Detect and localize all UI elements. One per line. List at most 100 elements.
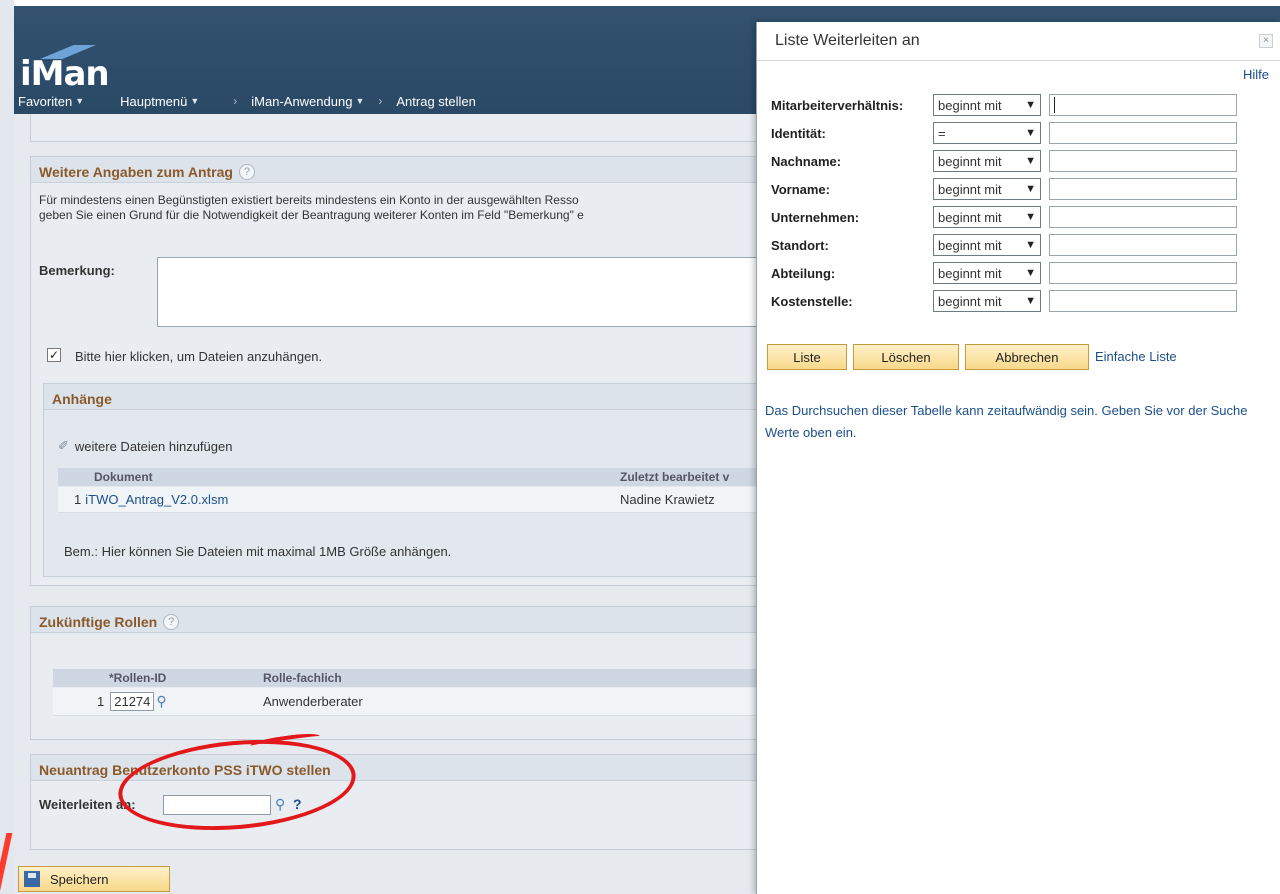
operator-select[interactable]: beginnt mit ▼	[933, 206, 1041, 228]
operator-value: beginnt mit	[938, 293, 1002, 309]
add-files-label: weitere Dateien hinzufügen	[74, 438, 233, 454]
operator-value: =	[938, 125, 946, 141]
field-label: Standort:	[771, 237, 829, 253]
value-input[interactable]	[1049, 122, 1237, 144]
section-title: Weitere Angaben zum Antrag	[39, 164, 233, 180]
chevron-down-icon: ▼	[1025, 99, 1036, 111]
section-title: Zukünftige Rollen	[39, 614, 158, 630]
field-label: Mitarbeiterverhältnis:	[771, 97, 904, 113]
row-number: 1	[74, 492, 82, 507]
nav-label: Antrag stellen	[396, 93, 476, 109]
value-input[interactable]	[1049, 206, 1237, 228]
operator-value: beginnt mit	[938, 181, 1002, 197]
search-icon[interactable]: ⚲	[156, 693, 166, 710]
iman-logo[interactable]: iMan	[20, 45, 130, 94]
save-button[interactable]: Speichern	[18, 866, 170, 892]
text-cursor	[1054, 97, 1055, 113]
search-hint: Das Durchsuchen dieser Tabelle kann zeit…	[765, 403, 1248, 440]
help-link[interactable]: Hilfe	[1243, 67, 1269, 82]
operator-value: beginnt mit	[938, 265, 1002, 281]
bemerkung-label: Bemerkung:	[39, 263, 115, 278]
value-input[interactable]	[1049, 178, 1237, 200]
nav-favoriten[interactable]: Favoriten ▼	[18, 94, 84, 109]
field-row-identitaet: Identität: = ▼	[771, 121, 1237, 145]
column-header: Zuletzt bearbeitet v	[620, 470, 730, 484]
chevron-down-icon: ▼	[1025, 183, 1036, 195]
operator-select[interactable]: beginnt mit ▼	[933, 150, 1041, 172]
attach-checkbox[interactable]: ✓	[47, 348, 61, 362]
role-name: Anwenderberater	[263, 694, 363, 709]
operator-select[interactable]: beginnt mit ▼	[933, 178, 1041, 200]
save-label: Speichern	[50, 871, 109, 887]
nav-iman-anwendung[interactable]: iMan-Anwendung ▼	[251, 94, 364, 109]
chevron-down-icon: ▼	[1025, 127, 1036, 139]
chevron-down-icon: ▼	[1025, 267, 1036, 279]
add-files-link[interactable]: ✐ weitere Dateien hinzufügen	[58, 438, 232, 454]
modal-divider	[757, 60, 1280, 61]
caret-down-icon: ▼	[355, 96, 365, 106]
field-row-vorname: Vorname: beginnt mit ▼	[771, 177, 1237, 201]
field-label: Vorname:	[771, 181, 830, 197]
field-row-standort: Standort: beginnt mit ▼	[771, 233, 1237, 257]
value-input[interactable]	[1049, 234, 1237, 256]
nav-antrag-stellen[interactable]: Antrag stellen	[396, 94, 476, 109]
value-input[interactable]	[1049, 150, 1237, 172]
column-header: Rolle-fachlich	[263, 671, 342, 685]
field-label: Nachname:	[771, 153, 842, 169]
field-row-unternehmen: Unternehmen: beginnt mit ▼	[771, 205, 1237, 229]
main-nav: Favoriten ▼ Hauptmenü ▼ › iMan-Anwendung ▼ …	[18, 90, 476, 112]
field-label: Unternehmen:	[771, 209, 860, 225]
field-label: Identität:	[771, 125, 826, 141]
value-input[interactable]	[1049, 94, 1237, 116]
chevron-down-icon: ▼	[1025, 211, 1036, 223]
liste-button[interactable]: Liste	[767, 344, 847, 370]
section-title: Anhänge	[52, 391, 112, 407]
document-link[interactable]: iTWO_Antrag_V2.0.xlsm	[85, 492, 228, 507]
field-label: Kostenstelle:	[771, 293, 853, 309]
operator-value: beginnt mit	[938, 237, 1002, 253]
paperclip-icon: ✐	[58, 438, 69, 453]
field-label: Abteilung:	[771, 265, 836, 281]
close-icon[interactable]: ×	[1259, 34, 1273, 48]
field-row-abteilung: Abteilung: beginnt mit ▼	[771, 261, 1237, 285]
chevron-down-icon: ▼	[1025, 155, 1036, 167]
operator-select[interactable]: = ▼	[933, 122, 1041, 144]
left-margin	[0, 0, 14, 894]
logo-text: iMan	[20, 54, 110, 94]
value-input[interactable]	[1049, 290, 1237, 312]
operator-select[interactable]: beginnt mit ▼	[933, 262, 1041, 284]
row-number: 1	[97, 694, 105, 709]
column-header: *Rollen-ID	[109, 671, 167, 685]
last-edited-by: Nadine Krawietz	[620, 492, 715, 507]
attach-checkbox-label: Bitte hier klicken, um Dateien anzuhänge…	[75, 349, 323, 364]
caret-down-icon: ▼	[75, 96, 85, 106]
field-row-kostenstelle: Kostenstelle: beginnt mit ▼	[771, 289, 1237, 313]
chevron-down-icon: ▼	[1025, 295, 1036, 307]
field-row-mitarbeiterverhaeltnis: Mitarbeiterverhältnis: beginnt mit ▼	[771, 93, 1237, 117]
abbrechen-button[interactable]: Abbrechen	[965, 344, 1089, 370]
caret-down-icon: ▼	[190, 96, 200, 106]
nav-hauptmenue[interactable]: Hauptmenü ▼	[120, 94, 199, 109]
help-icon[interactable]: ?	[238, 164, 255, 180]
einfache-liste-link[interactable]: Einfache Liste	[1095, 349, 1177, 364]
nav-label: Hauptmenü	[120, 93, 188, 109]
operator-value: beginnt mit	[938, 153, 1002, 169]
operator-select[interactable]: beginnt mit ▼	[933, 94, 1041, 116]
rollen-id-input[interactable]: 21274	[110, 692, 155, 711]
operator-value: beginnt mit	[938, 97, 1002, 113]
breadcrumb-separator-icon: ›	[378, 94, 383, 108]
operator-value: beginnt mit	[938, 209, 1002, 225]
operator-select[interactable]: beginnt mit ▼	[933, 290, 1041, 312]
column-header: Dokument	[94, 470, 153, 484]
floppy-disk-icon	[24, 871, 40, 887]
value-input[interactable]	[1049, 262, 1237, 284]
help-icon[interactable]: ?	[163, 614, 180, 630]
nav-label: iMan-Anwendung	[251, 93, 353, 109]
field-row-nachname: Nachname: beginnt mit ▼	[771, 149, 1237, 173]
nav-label: Favoriten	[18, 93, 73, 109]
loeschen-button[interactable]: Löschen	[853, 344, 959, 370]
chevron-down-icon: ▼	[1025, 239, 1036, 251]
modal-title: Liste Weiterleiten an	[775, 32, 920, 49]
lookup-modal: Liste Weiterleiten an × Hilfe Mitarbeite…	[756, 22, 1280, 894]
operator-select[interactable]: beginnt mit ▼	[933, 234, 1041, 256]
